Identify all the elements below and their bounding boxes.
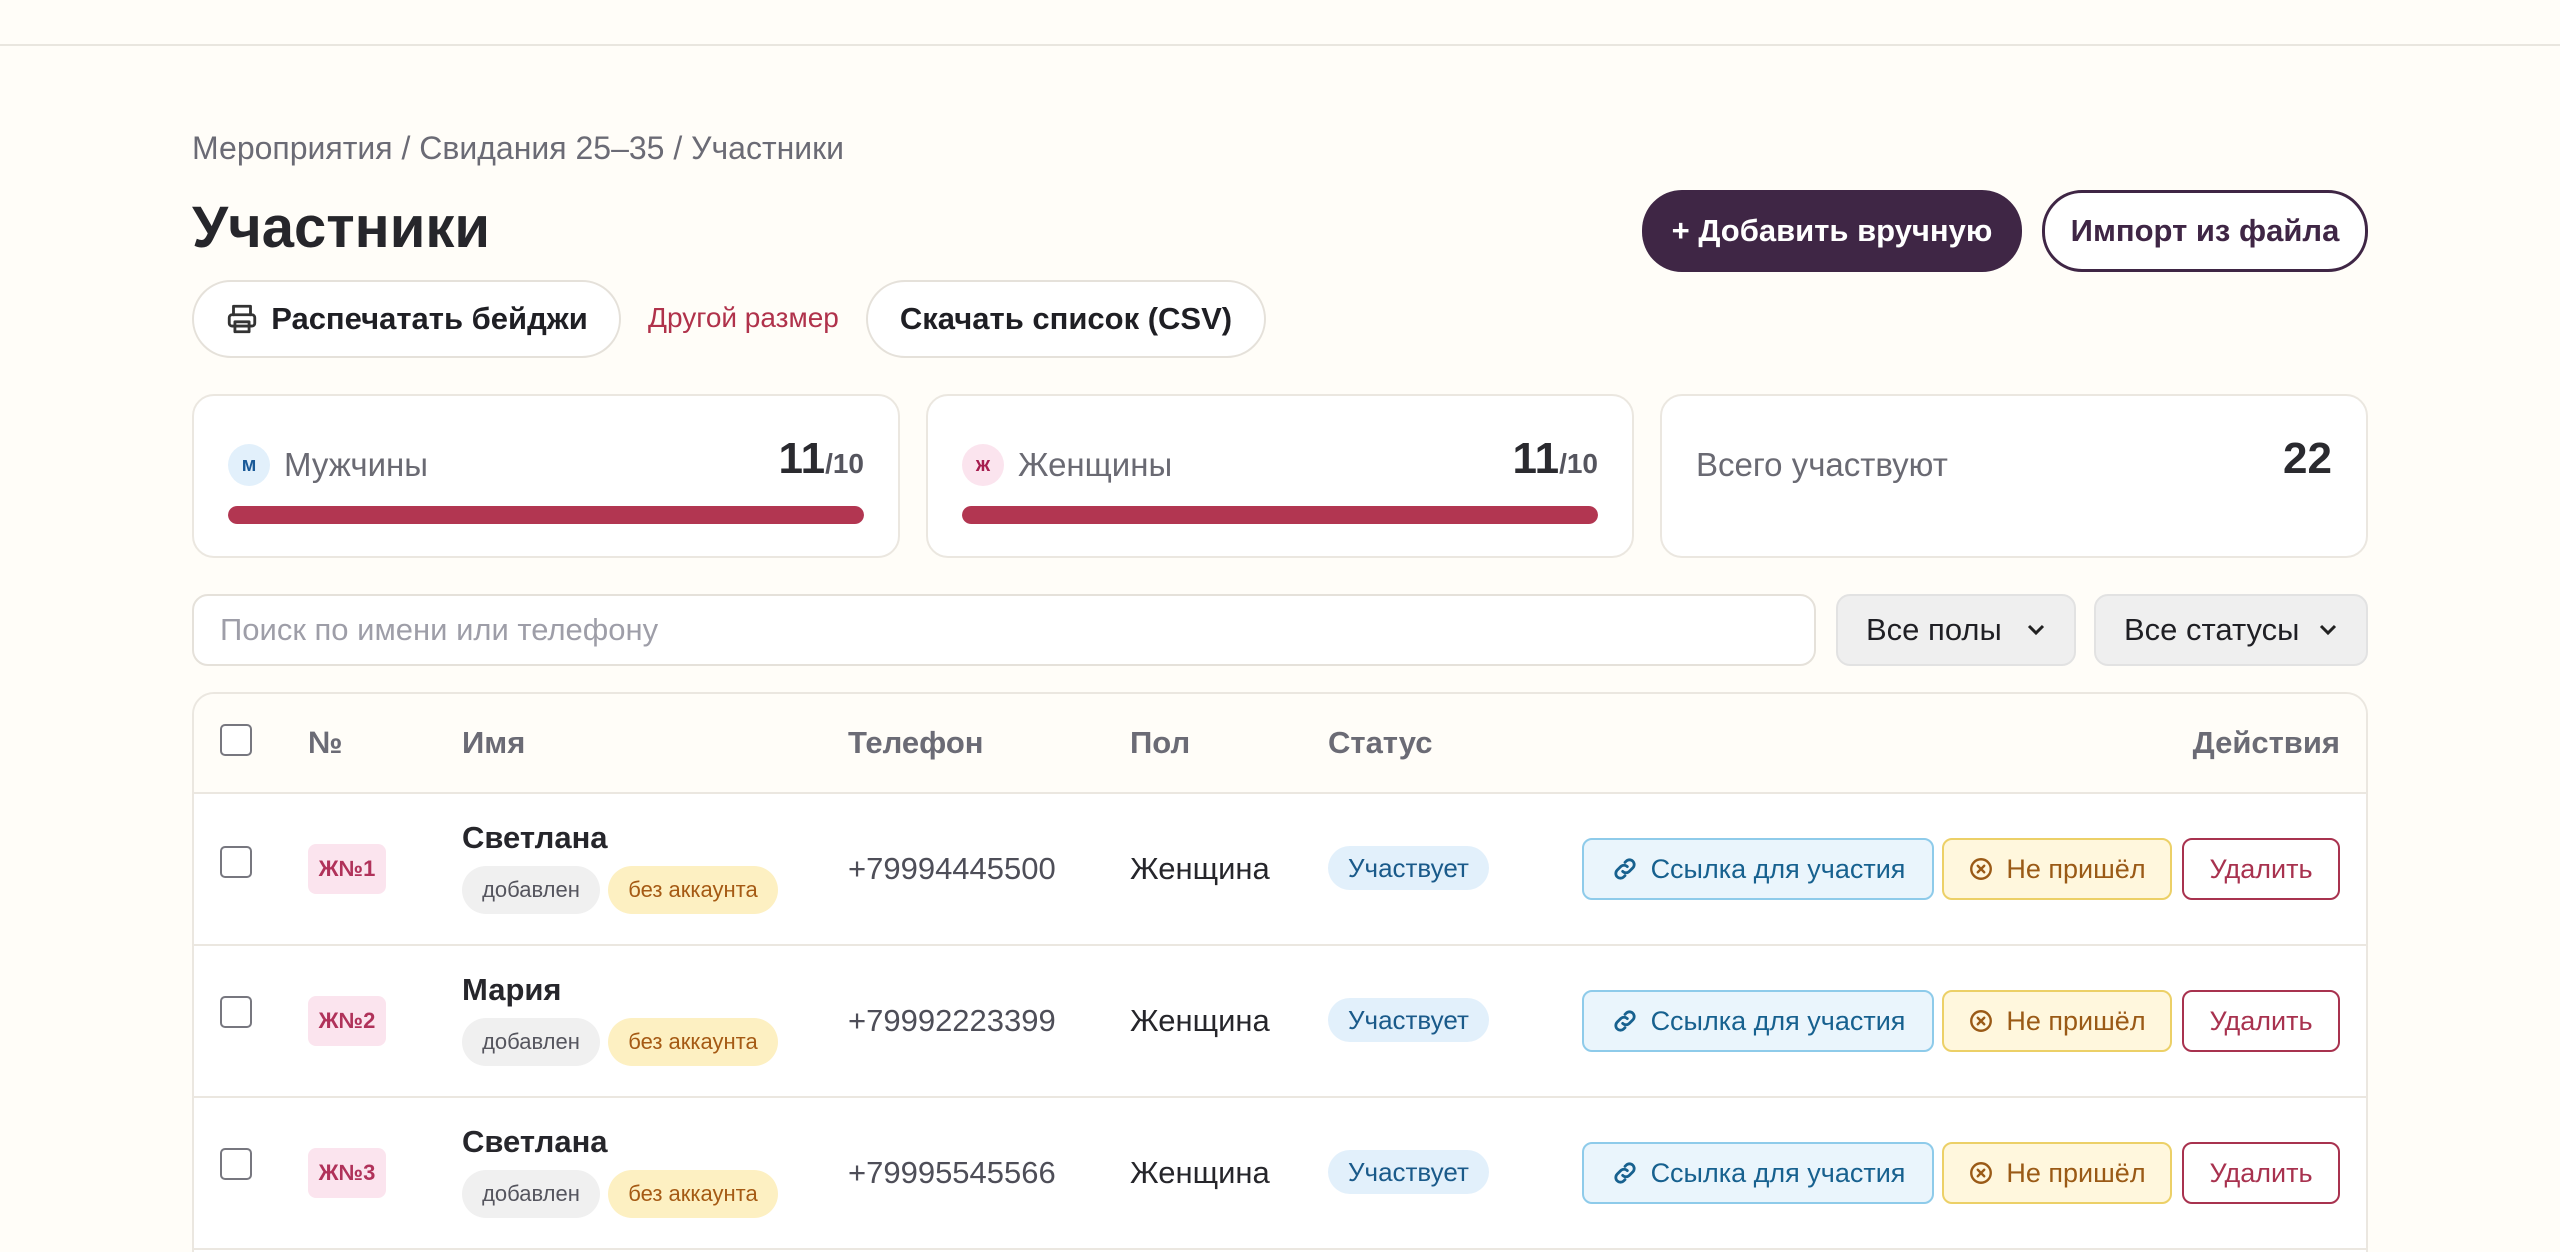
participant-number-badge: Ж№1	[308, 844, 386, 894]
status-select[interactable]: Все статусы	[2094, 594, 2368, 666]
column-number: №	[308, 725, 343, 760]
column-gender: Пол	[1130, 725, 1191, 760]
tag-added: добавлен	[462, 866, 600, 914]
participant-gender: Женщина	[1130, 851, 1270, 886]
women-count-max: /10	[1559, 448, 1598, 479]
download-csv-button[interactable]: Скачать список (CSV)	[866, 280, 1266, 358]
link-icon	[1613, 1010, 1636, 1032]
status-badge: Участвует	[1328, 998, 1489, 1042]
table-header: № Имя Телефон Пол Статус Действия	[194, 694, 2366, 794]
print-badges-label: Распечатать бейджи	[271, 301, 588, 336]
table-row: Ж№3 Светлана добавлен без аккаунта +7999…	[194, 1098, 2366, 1250]
women-count: 11/10	[1513, 434, 1598, 484]
no-show-button[interactable]: Не пришёл	[1942, 1142, 2172, 1204]
printer-icon	[228, 304, 257, 334]
x-circle-icon	[1970, 1010, 1993, 1032]
column-name: Имя	[462, 725, 526, 760]
participant-number-badge: Ж№3	[308, 1148, 386, 1198]
men-progress-fill	[228, 506, 864, 524]
no-show-button[interactable]: Не пришёл	[1942, 990, 2172, 1052]
men-label: Мужчины	[284, 446, 429, 483]
women-count-value: 11	[1512, 434, 1560, 483]
participant-gender: Женщина	[1130, 1003, 1270, 1038]
women-progress-fill	[962, 506, 1598, 524]
participant-name: Мария	[462, 972, 562, 1007]
men-gender-badge: м	[228, 444, 270, 486]
page-title: Участники	[192, 195, 491, 260]
add-manual-button[interactable]: + Добавить вручную	[1642, 190, 2022, 272]
row-checkbox[interactable]	[220, 846, 252, 878]
delete-button[interactable]: Удалить	[2182, 1142, 2340, 1204]
chevron-down-icon	[2319, 624, 2337, 636]
women-progress-bar	[962, 506, 1598, 524]
participation-link-button[interactable]: Ссылка для участия	[1582, 838, 1934, 900]
breadcrumb: Мероприятия / Свидания 25–35 / Участники	[192, 130, 845, 166]
men-count: 11/10	[779, 434, 864, 484]
participant-gender: Женщина	[1130, 1155, 1270, 1190]
column-status: Статус	[1328, 725, 1433, 760]
column-actions: Действия	[2192, 725, 2340, 760]
participation-link-label: Ссылка для участия	[1650, 1005, 1906, 1036]
men-progress-bar	[228, 506, 864, 524]
gender-select-value: Все полы	[1866, 612, 2002, 647]
participant-name: Светлана	[462, 820, 608, 855]
print-badges-button[interactable]: Распечатать бейджи	[192, 280, 621, 358]
search-input[interactable]	[192, 594, 1816, 666]
participant-name: Светлана	[462, 1124, 608, 1159]
stat-card-total: Всего участвуют 22	[1660, 394, 2368, 558]
participation-link-button[interactable]: Ссылка для участия	[1582, 990, 1934, 1052]
tag-no-account: без аккаунта	[608, 1018, 778, 1066]
other-size-link[interactable]: Другой размер	[648, 302, 839, 334]
total-label: Всего участвуют	[1696, 446, 1948, 483]
participants-table: № Имя Телефон Пол Статус Действия Ж№1 Св…	[192, 692, 2368, 1252]
status-badge: Участвует	[1328, 1150, 1489, 1194]
row-checkbox[interactable]	[220, 1148, 252, 1180]
link-icon	[1613, 858, 1636, 880]
select-all-checkbox[interactable]	[220, 724, 252, 756]
no-show-label: Не пришёл	[2006, 1157, 2146, 1188]
delete-button[interactable]: Удалить	[2182, 838, 2340, 900]
stat-card-men: м Мужчины 11/10	[192, 394, 900, 558]
status-badge: Участвует	[1328, 846, 1489, 890]
participant-number-badge: Ж№2	[308, 996, 386, 1046]
total-count: 22	[2283, 434, 2332, 483]
no-show-label: Не пришёл	[2006, 1005, 2146, 1036]
tag-added: добавлен	[462, 1170, 600, 1218]
tag-no-account: без аккаунта	[608, 866, 778, 914]
status-select-value: Все статусы	[2124, 612, 2300, 647]
no-show-label: Не пришёл	[2006, 853, 2146, 884]
top-bar	[0, 0, 2560, 46]
import-file-button[interactable]: Импорт из файла	[2042, 190, 2368, 272]
participant-phone: +79994445500	[848, 851, 1056, 886]
tag-no-account: без аккаунта	[608, 1170, 778, 1218]
men-count-value: 11	[778, 434, 826, 483]
column-phone: Телефон	[848, 725, 984, 760]
table-row: Ж№2 Мария добавлен без аккаунта +7999222…	[194, 946, 2366, 1098]
men-count-max: /10	[825, 448, 864, 479]
row-checkbox[interactable]	[220, 996, 252, 1028]
chevron-down-icon	[2027, 624, 2045, 636]
tag-added: добавлен	[462, 1018, 600, 1066]
participation-link-label: Ссылка для участия	[1650, 1157, 1906, 1188]
table-row: Ж№1 Светлана добавлен без аккаунта +7999…	[194, 794, 2366, 946]
participant-phone: +79992223399	[848, 1003, 1056, 1038]
stat-card-women: ж Женщины 11/10	[926, 394, 1634, 558]
delete-button[interactable]: Удалить	[2182, 990, 2340, 1052]
participant-phone: +79995545566	[848, 1155, 1056, 1190]
women-label: Женщины	[1018, 446, 1173, 483]
link-icon	[1613, 1162, 1636, 1184]
gender-select[interactable]: Все полы	[1836, 594, 2076, 666]
women-gender-badge: ж	[962, 444, 1004, 486]
x-circle-icon	[1970, 1162, 1993, 1184]
no-show-button[interactable]: Не пришёл	[1942, 838, 2172, 900]
participation-link-button[interactable]: Ссылка для участия	[1582, 1142, 1934, 1204]
participation-link-label: Ссылка для участия	[1650, 853, 1906, 884]
x-circle-icon	[1970, 858, 1993, 880]
